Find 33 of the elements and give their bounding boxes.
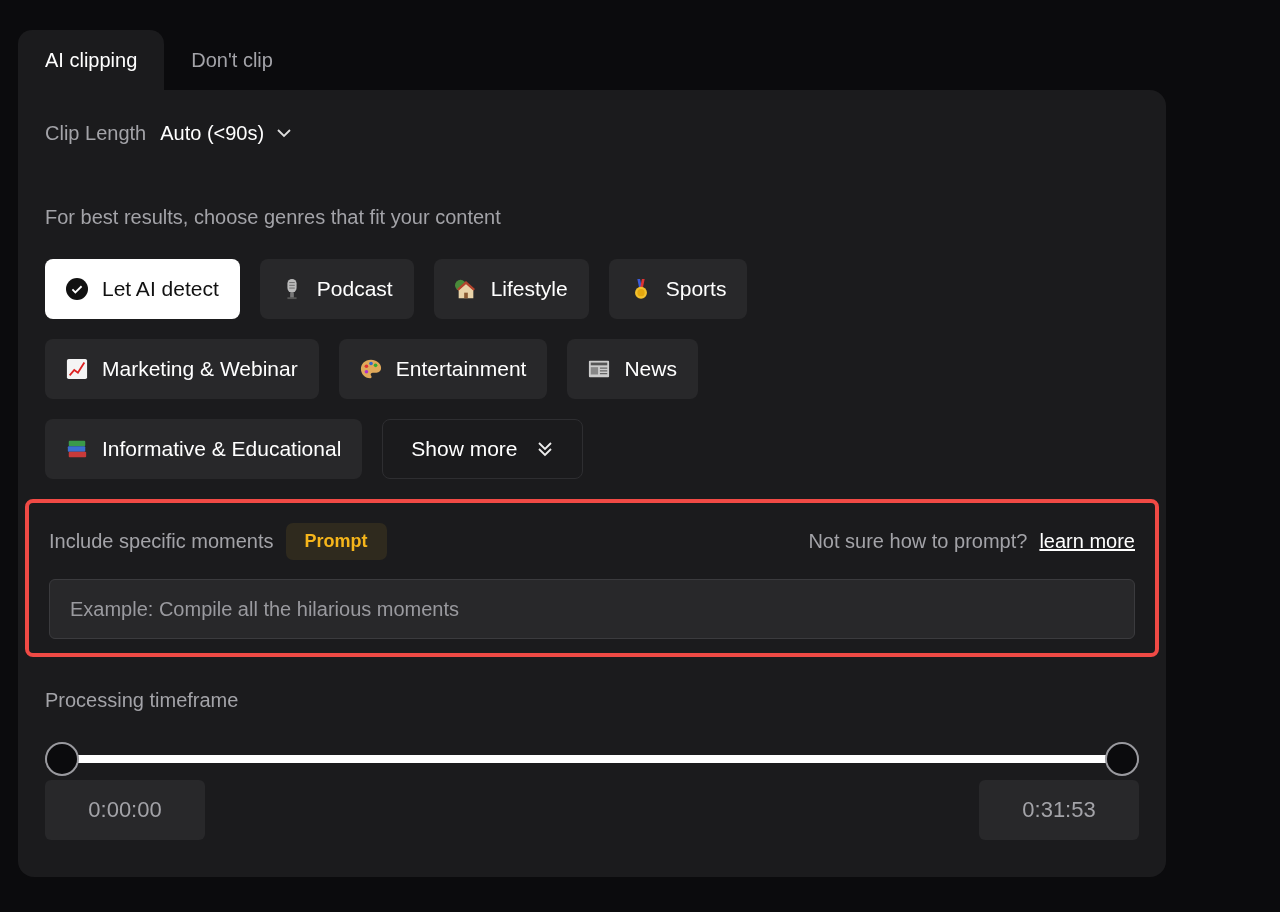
double-chevron-down-icon xyxy=(535,440,554,458)
clip-length-dropdown[interactable]: Auto (<90s) xyxy=(160,121,293,145)
prompt-badge: Prompt xyxy=(285,522,387,560)
books-icon xyxy=(66,438,88,460)
slider-handle[interactable] xyxy=(45,742,79,776)
genre-chip[interactable]: Sports xyxy=(608,259,748,319)
house-icon xyxy=(454,278,477,300)
chevron-down-icon xyxy=(276,128,293,138)
timeframe-label: Processing timeframe xyxy=(45,689,240,712)
genre-chip[interactable]: Let AI detect xyxy=(45,259,240,319)
end-time-field[interactable]: 0:31:53 xyxy=(979,780,1139,840)
tab[interactable]: Don't clip xyxy=(164,30,300,90)
show-more-button[interactable]: Show more xyxy=(382,419,583,479)
tab[interactable]: AI clipping xyxy=(18,30,165,90)
check-circle-icon xyxy=(66,278,88,300)
chart-icon xyxy=(66,358,88,380)
palette-icon xyxy=(359,358,382,380)
moments-label: Include specific moments xyxy=(49,529,274,553)
newspaper-icon xyxy=(588,358,611,380)
slider-handle[interactable] xyxy=(1105,742,1139,776)
genre-chip[interactable]: Informative & Educational xyxy=(45,419,363,479)
genre-chip[interactable]: Lifestyle xyxy=(433,259,589,319)
genre-chip[interactable]: Marketing & Webinar xyxy=(45,339,319,399)
help-text: Not sure how to prompt? xyxy=(808,529,1028,553)
clip-length-label: Clip Length xyxy=(45,121,147,145)
start-time-field[interactable]: 0:00:00 xyxy=(45,780,205,840)
genre-chip[interactable]: Podcast xyxy=(259,259,414,319)
genre-hint: For best results, choose genres that fit your content xyxy=(45,206,502,229)
prompt-input-field[interactable]: Example: Compile all the hilarious moments xyxy=(49,579,1135,639)
timeframe-slider[interactable] xyxy=(45,742,1139,776)
genre-chip[interactable]: Entertainment xyxy=(338,339,548,399)
genre-chip[interactable]: News xyxy=(567,339,698,399)
learn-more-link[interactable]: learn more xyxy=(1039,529,1135,553)
